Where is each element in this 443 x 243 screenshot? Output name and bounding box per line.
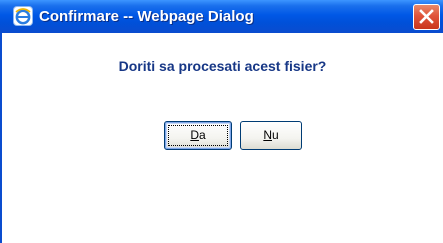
no-button-accelerator: N xyxy=(263,128,272,142)
close-button[interactable] xyxy=(413,4,440,30)
ie-icon xyxy=(14,7,32,25)
dialog-window: Confirmare -- Webpage Dialog Doriti sa p… xyxy=(0,0,443,243)
yes-button-label: a xyxy=(198,128,206,142)
close-icon xyxy=(419,9,434,24)
confirmation-message: Doriti sa procesati acest fisier? xyxy=(118,58,327,74)
no-button[interactable]: Nu xyxy=(240,121,302,150)
title-bar[interactable]: Confirmare -- Webpage Dialog xyxy=(0,0,443,33)
yes-button[interactable]: Da xyxy=(164,121,232,150)
window-title: Confirmare -- Webpage Dialog xyxy=(39,8,254,25)
no-button-label: u xyxy=(271,128,279,142)
yes-button-accelerator: D xyxy=(190,128,199,142)
